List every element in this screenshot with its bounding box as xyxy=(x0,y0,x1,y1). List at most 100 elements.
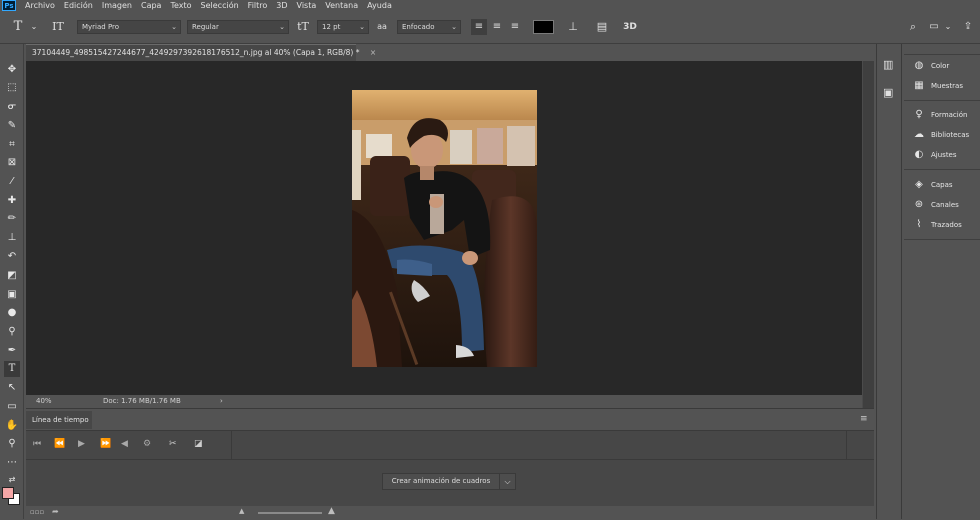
panel-channels[interactable]: ⊛ Canales xyxy=(904,196,980,214)
rectangle-tool-icon[interactable]: ▭ xyxy=(4,399,20,415)
character-panel-icon[interactable]: ▤ xyxy=(594,19,610,35)
warp-text-icon[interactable]: ⊥ xyxy=(565,19,581,35)
align-center-icon[interactable]: ≡ xyxy=(489,19,505,35)
text-tool-preset-icon[interactable]: T xyxy=(10,19,26,35)
timeline-zoom-slider[interactable] xyxy=(258,512,322,514)
swap-colors-icon[interactable]: ⇄ xyxy=(4,472,20,488)
history-panel-icon[interactable]: ▥ xyxy=(883,58,893,71)
status-menu-arrow[interactable]: › xyxy=(220,395,223,408)
menu-3d[interactable]: 3D xyxy=(276,1,287,10)
three-d-icon[interactable]: 3D xyxy=(622,19,638,35)
first-frame-icon[interactable]: ⏮ xyxy=(33,439,41,449)
menu-imagen[interactable]: Imagen xyxy=(102,1,132,10)
settings-gear-icon[interactable]: ⚙ xyxy=(143,439,151,449)
menu-vista[interactable]: Vista xyxy=(297,1,317,10)
play-icon[interactable]: ▶ xyxy=(78,439,85,449)
document-image[interactable] xyxy=(352,90,537,367)
menu-ayuda[interactable]: Ayuda xyxy=(367,1,392,10)
channels-icon: ⊛ xyxy=(914,199,924,210)
marquee-tool-icon[interactable]: ⬚ xyxy=(4,80,20,96)
convert-frames-icon[interactable]: ▫▫▫ xyxy=(30,508,44,516)
divider xyxy=(904,54,980,55)
zoom-level[interactable]: 40% xyxy=(36,395,52,408)
color-swatch-fill xyxy=(534,21,553,33)
font-style-select[interactable]: Regular ⌄ xyxy=(187,20,289,34)
previous-frame-icon[interactable]: ⏪ xyxy=(54,439,65,449)
menu-texto[interactable]: Texto xyxy=(170,1,191,10)
menu-archivo[interactable]: Archivo xyxy=(25,1,55,10)
panel-label: Color xyxy=(931,62,950,70)
canvas-area[interactable] xyxy=(26,61,862,395)
chevron-down-icon[interactable]: ⌵ xyxy=(499,474,515,489)
align-left-icon[interactable]: ≡ xyxy=(471,19,487,35)
panel-label: Canales xyxy=(931,201,959,209)
text-color-swatch[interactable] xyxy=(533,20,554,34)
collapsed-panels-strip: ▥ ▣ xyxy=(876,44,902,519)
menu-seleccion[interactable]: Selección xyxy=(201,1,239,10)
close-icon[interactable]: × xyxy=(370,48,376,57)
path-selection-tool-icon[interactable]: ↖ xyxy=(4,380,20,396)
quick-selection-tool-icon[interactable]: ✎ xyxy=(4,118,20,134)
chevron-down-icon[interactable]: ⌄ xyxy=(940,19,956,35)
font-family-select[interactable]: Myriad Pro ⌄ xyxy=(77,20,181,34)
vertical-scrollbar[interactable] xyxy=(862,61,874,408)
zoom-in-mountain-icon[interactable]: ▲ xyxy=(328,506,335,516)
chevron-down-icon[interactable]: ⌄ xyxy=(26,19,42,35)
libraries-icon: ☁ xyxy=(914,129,924,140)
properties-panel-icon[interactable]: ▣ xyxy=(883,86,893,99)
document-tab[interactable]: 37104449_498515427244677_424929739261817… xyxy=(26,44,376,61)
audio-icon[interactable]: ◀ xyxy=(121,439,128,449)
share-icon[interactable]: ⇪ xyxy=(960,19,976,35)
panel-layers[interactable]: ◈ Capas xyxy=(904,176,980,194)
move-tool-icon[interactable]: ✥ xyxy=(4,62,20,78)
antialias-icon: aa xyxy=(377,22,387,31)
timeline-panel: Línea de tiempo ≡ ⏮ ⏪ ▶ ⏩ ◀ ⚙ ✂ ◪ Crear … xyxy=(26,408,874,520)
panel-color[interactable]: ◍ Color xyxy=(904,57,980,75)
foreground-color-swatch[interactable] xyxy=(2,487,14,499)
type-tool-icon[interactable]: T xyxy=(4,361,20,377)
render-video-icon[interactable]: ➦ xyxy=(52,507,59,516)
align-right-icon[interactable]: ≡ xyxy=(507,19,523,35)
panel-menu-icon[interactable]: ≡ xyxy=(860,414,868,424)
text-orientation-icon[interactable]: IT xyxy=(50,19,66,35)
panel-libraries[interactable]: ☁ Bibliotecas xyxy=(904,126,980,144)
history-brush-tool-icon[interactable]: ↶ xyxy=(4,249,20,265)
menu-edicion[interactable]: Edición xyxy=(64,1,93,10)
divider xyxy=(231,431,232,459)
font-size-select[interactable]: 12 pt ⌄ xyxy=(317,20,369,34)
panel-swatches[interactable]: ▦ Muestras xyxy=(904,77,980,95)
panel-learn[interactable]: ♀ Formación xyxy=(904,106,980,124)
timeline-body: Crear animación de cuadros ⌵ xyxy=(26,460,874,506)
eyedropper-tool-icon[interactable]: ⁄ xyxy=(4,174,20,190)
antialias-select[interactable]: Enfocado ⌄ xyxy=(397,20,461,34)
more-tools-icon[interactable]: ⋯ xyxy=(4,455,20,471)
menu-capa[interactable]: Capa xyxy=(141,1,161,10)
healing-brush-tool-icon[interactable]: ✚ xyxy=(4,193,20,209)
brush-tool-icon[interactable]: ✏ xyxy=(4,211,20,227)
split-scissors-icon[interactable]: ✂ xyxy=(169,439,177,449)
menu-ventana[interactable]: Ventana xyxy=(325,1,358,10)
tools-panel: ✥ ⬚ ᓂ ✎ ⌗ ⊠ ⁄ ✚ ✏ ⊥ ↶ ◩ ▣ ● ⚲ ✒ T ↖ ▭ ✋ … xyxy=(0,44,24,519)
clone-stamp-tool-icon[interactable]: ⊥ xyxy=(4,230,20,246)
create-frame-animation-button[interactable]: Crear animación de cuadros xyxy=(383,474,499,489)
transition-icon[interactable]: ◪ xyxy=(194,439,203,449)
panels-column: ◍ Color ▦ Muestras ♀ Formación ☁ Bibliot… xyxy=(904,44,980,519)
hand-tool-icon[interactable]: ✋ xyxy=(4,418,20,434)
lasso-tool-icon[interactable]: ᓂ xyxy=(4,99,20,115)
dodge-tool-icon[interactable]: ⚲ xyxy=(4,324,20,340)
gradient-tool-icon[interactable]: ▣ xyxy=(4,287,20,303)
crop-tool-icon[interactable]: ⌗ xyxy=(4,137,20,153)
timeline-tab[interactable]: Línea de tiempo xyxy=(26,411,92,429)
panel-label: Ajustes xyxy=(931,151,957,159)
search-icon[interactable]: ⌕ xyxy=(905,19,921,35)
eraser-tool-icon[interactable]: ◩ xyxy=(4,268,20,284)
frame-tool-icon[interactable]: ⊠ xyxy=(4,155,20,171)
panel-paths[interactable]: ⌇ Trazados xyxy=(904,216,980,234)
panel-adjustments[interactable]: ◐ Ajustes xyxy=(904,146,980,164)
pen-tool-icon[interactable]: ✒ xyxy=(4,343,20,359)
menu-filtro[interactable]: Filtro xyxy=(248,1,268,10)
zoom-tool-icon[interactable]: ⚲ xyxy=(4,436,20,452)
blur-tool-icon[interactable]: ● xyxy=(4,305,20,321)
next-frame-icon[interactable]: ⏩ xyxy=(100,439,111,449)
zoom-out-mountain-icon[interactable]: ▲ xyxy=(239,507,244,515)
